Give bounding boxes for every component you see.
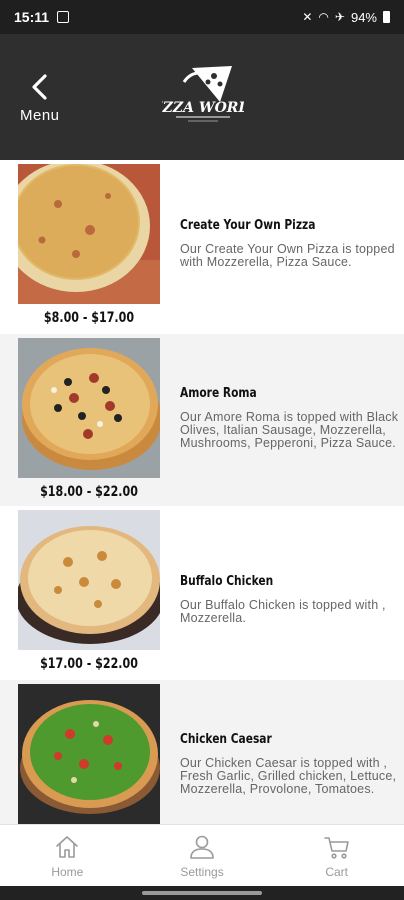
status-time: 15:11 (14, 9, 50, 25)
pizza-image (18, 164, 160, 304)
pizza-image (18, 338, 160, 478)
cart-icon (323, 837, 349, 859)
mute-icon: ✕ (302, 10, 313, 24)
nav-cart[interactable]: Cart (269, 825, 404, 886)
gesture-handle[interactable] (142, 891, 262, 895)
status-bar: 15:11 ✕ ◠ ✈ 94% (0, 0, 404, 34)
menu-item-create-your-own-pizza[interactable]: $8.00 - $17.00 Create Your Own Pizza Our… (0, 160, 404, 332)
menu-item-buffalo-chicken[interactable]: $17.00 - $22.00 Buffalo Chicken Our Buff… (0, 506, 404, 678)
notification-icon (57, 11, 70, 23)
svg-text:PIZZA WORLD: PIZZA WORLD (162, 100, 244, 116)
nav-home-label: Home (51, 865, 84, 879)
home-icon (56, 836, 79, 858)
pizza-image (18, 510, 160, 650)
battery-percent: 94% (350, 9, 377, 25)
pizza-image (18, 684, 160, 824)
item-description: Our Amore Roma is topped with Black Oliv… (180, 410, 399, 450)
item-price: $18.00 - $22.00 (40, 484, 138, 500)
item-name: Create Your Own Pizza (180, 218, 316, 233)
menu-item-chicken-caesar[interactable]: Chicken Caesar Our Chicken Caesar is top… (0, 680, 404, 824)
bottom-nav: Home Settings Cart (0, 824, 404, 886)
menu-list: $8.00 - $17.00 Create Your Own Pizza Our… (0, 160, 404, 824)
battery-icon (383, 11, 390, 23)
item-name: Amore Roma (180, 386, 257, 401)
back-menu-button[interactable]: Menu (18, 74, 66, 126)
nav-settings[interactable]: Settings (135, 825, 270, 886)
wifi-icon: ◠ (318, 10, 329, 24)
nav-cart-label: Cart (325, 865, 349, 879)
menu-item-amore-roma[interactable]: $18.00 - $22.00 Amore Roma Our Amore Rom… (0, 334, 404, 506)
item-price: $8.00 - $17.00 (43, 310, 135, 326)
chevron-left-icon (32, 74, 47, 100)
app-header: Menu PIZZA WORLD (0, 34, 404, 160)
nav-home[interactable]: Home (0, 825, 135, 886)
pizza-world-logo: PIZZA WORLD (162, 66, 244, 122)
user-icon (190, 835, 214, 859)
item-description: Our Chicken Caesar is topped with , Fres… (180, 756, 397, 796)
item-description: Our Create Your Own Pizza is topped with… (180, 242, 395, 269)
back-menu-label: Menu (20, 107, 60, 124)
item-description: Our Buffalo Chicken is topped with , Moz… (180, 598, 386, 625)
item-name: Buffalo Chicken (180, 574, 274, 589)
item-price: $17.00 - $22.00 (40, 656, 138, 672)
item-name: Chicken Caesar (180, 732, 272, 747)
airplane-icon: ✈ (334, 10, 345, 24)
nav-settings-label: Settings (180, 865, 224, 879)
status-icons: ✕ ◠ ✈ 94% (302, 10, 390, 25)
